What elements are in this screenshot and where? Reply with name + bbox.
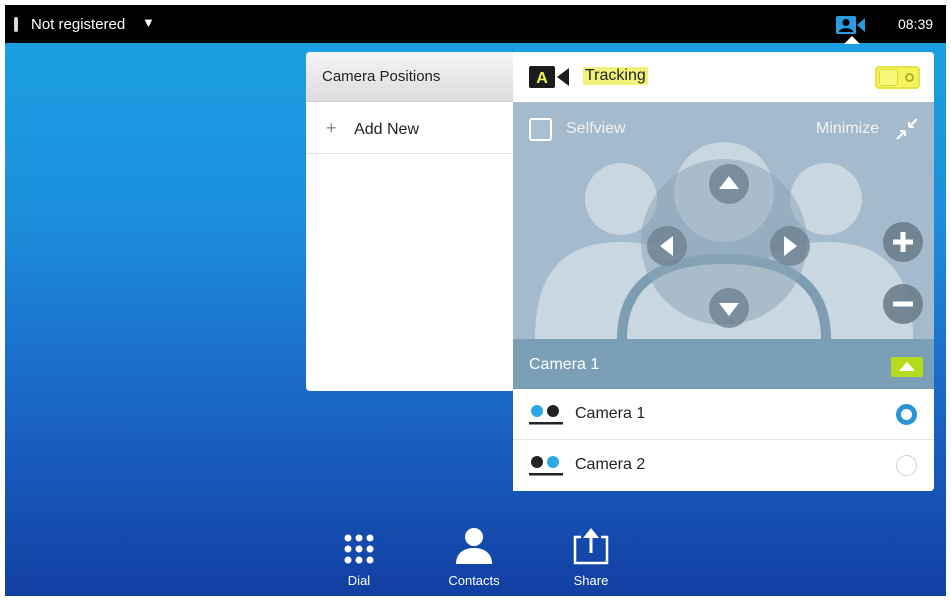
touch-screen: Not registered ▼ 08:39 Camera Positions … [5, 5, 946, 596]
tracking-label: Tracking [583, 67, 648, 85]
pan-left-button[interactable] [646, 225, 688, 267]
status-bar: Not registered ▼ 08:39 [5, 5, 946, 43]
camera-option-2[interactable]: Camera 2 [513, 440, 934, 491]
contacts-button[interactable]: Contacts [434, 525, 514, 588]
camera-option-label: Camera 1 [575, 405, 646, 422]
minimize-icon[interactable] [895, 117, 919, 141]
minimize-label[interactable]: Minimize [816, 120, 879, 138]
toggle-off-ring-icon [905, 73, 914, 82]
registration-status[interactable]: Not registered [31, 16, 125, 33]
add-new-label: Add New [354, 121, 419, 138]
tilt-up-button[interactable] [708, 163, 750, 205]
collapse-camera-list-button[interactable] [891, 357, 923, 377]
tracking-header: A Tracking [513, 52, 934, 102]
selfview-label[interactable]: Selfview [566, 120, 626, 138]
camera-2-radio[interactable] [896, 455, 917, 476]
share-icon [573, 528, 609, 565]
camera-viewport: Selfview Minimize [513, 102, 934, 339]
clock: 08:39 [898, 16, 934, 32]
pan-right-button[interactable] [769, 225, 811, 267]
camera-control-panel: A Tracking Selfview Minimize Camera 1 Ca… [513, 52, 934, 491]
toggle-knob [879, 69, 898, 86]
camera-option-1[interactable]: Camera 1 [513, 389, 934, 440]
zoom-out-button[interactable] [882, 283, 924, 325]
camera-option-label: Camera 2 [575, 456, 646, 473]
camera-control-icon[interactable] [836, 16, 866, 34]
auto-tracking-camera-icon: A [529, 66, 569, 88]
camera-1-radio[interactable] [896, 404, 917, 425]
share-label: Share [573, 573, 609, 588]
share-button[interactable]: Share [551, 525, 631, 588]
person-icon [456, 528, 492, 564]
plus-icon: + [326, 118, 337, 138]
dual-camera-left-active-icon [529, 405, 563, 425]
popover-arrow [844, 36, 860, 44]
dial-button[interactable]: Dial [319, 525, 399, 588]
camera-positions-panel: Camera Positions + Add New [306, 52, 514, 391]
camera-selector-bar[interactable]: Camera 1 [513, 339, 934, 389]
dial-pad-icon [344, 534, 374, 564]
add-new-position-button[interactable]: + Add New [306, 102, 514, 154]
contacts-label: Contacts [448, 573, 500, 588]
dual-camera-right-active-icon [529, 456, 563, 476]
dial-label: Dial [347, 573, 371, 588]
selfview-checkbox[interactable] [529, 118, 552, 141]
tilt-down-button[interactable] [708, 287, 750, 329]
camera-positions-title: Camera Positions [306, 52, 514, 102]
tracking-badge: A [536, 70, 548, 87]
chevron-down-icon[interactable]: ▼ [142, 15, 155, 30]
tracking-toggle[interactable] [875, 66, 920, 89]
zoom-in-button[interactable] [882, 221, 924, 263]
selected-camera-label: Camera 1 [529, 356, 600, 373]
registration-indicator-icon [14, 17, 18, 32]
